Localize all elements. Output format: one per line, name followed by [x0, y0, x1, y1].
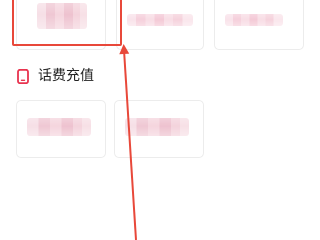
- recharge-card-2[interactable]: [114, 100, 204, 158]
- section-title-recharge: 话费充值: [38, 68, 94, 84]
- product-card-2[interactable]: [116, 0, 204, 50]
- phone-icon: [17, 69, 29, 84]
- selection-highlight: [12, 0, 122, 46]
- blurred-price: [225, 14, 283, 26]
- blurred-price: [125, 118, 189, 136]
- recharge-card-1[interactable]: [16, 100, 106, 158]
- blurred-price: [27, 118, 91, 136]
- product-card-3[interactable]: [214, 0, 304, 50]
- blurred-price: [127, 14, 193, 26]
- screen: 话费充值: [0, 0, 320, 240]
